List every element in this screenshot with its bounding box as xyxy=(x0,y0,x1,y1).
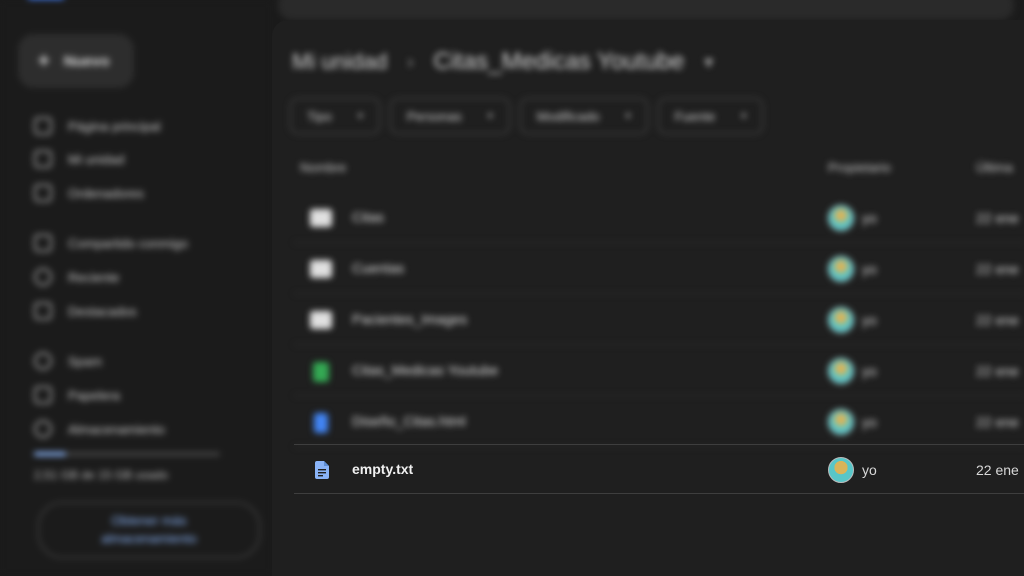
owner: yo xyxy=(862,363,877,379)
table-row[interactable]: Citas yo 22 ene xyxy=(294,193,1024,243)
folder-icon xyxy=(310,209,332,227)
filter-type[interactable]: Tipo ▾ xyxy=(290,98,380,134)
sidebar-item-label: Mi unidad xyxy=(68,151,125,167)
caret-down-icon: ▾ xyxy=(487,110,493,122)
breadcrumb-root[interactable]: Mi unidad xyxy=(292,49,387,75)
filter-label: Tipo xyxy=(307,108,332,124)
table-row[interactable]: Diseño_Citas.html yo 22 ene xyxy=(294,397,1024,447)
avatar xyxy=(828,205,854,231)
sidebar-item-spam[interactable]: Spam xyxy=(34,349,102,373)
table-row[interactable]: Citas_Medicas Youtube yo 22 ene xyxy=(294,346,1024,396)
spam-icon xyxy=(34,352,52,370)
modified-date: 22 ene xyxy=(976,210,1019,226)
cloud-icon xyxy=(34,420,52,438)
filter-label: Modificado xyxy=(536,108,600,124)
sidebar: + Nuevo Página principal Mi unidad Orden… xyxy=(0,0,272,576)
sidebar-item-home[interactable]: Página principal xyxy=(34,114,161,138)
breadcrumb: Mi unidad › Citas_Medicas Youtube ▾ xyxy=(292,48,713,76)
new-button[interactable]: + Nuevo xyxy=(18,34,134,88)
avatar xyxy=(828,256,854,282)
sidebar-item-label: Reciente xyxy=(68,269,120,285)
caret-down-icon: ▾ xyxy=(357,110,363,122)
chevron-right-icon: › xyxy=(407,51,414,72)
file-name: Citas xyxy=(352,209,384,225)
folder-icon xyxy=(310,311,332,329)
modified-date: 22 ene xyxy=(976,312,1019,328)
sidebar-item-label: Compartido conmigo xyxy=(68,235,188,251)
sidebar-item-trash[interactable]: Papelera xyxy=(34,383,120,407)
avatar xyxy=(828,358,854,384)
caret-down-icon: ▾ xyxy=(625,110,631,122)
column-name[interactable]: Nombre xyxy=(300,160,346,175)
file-name: Citas_Medicas Youtube xyxy=(352,362,499,378)
table-row[interactable]: Cuentas yo 22 ene xyxy=(294,244,1024,294)
sidebar-item-computers[interactable]: Ordenadores xyxy=(34,181,144,205)
spreadsheet-icon xyxy=(313,362,329,382)
storage-usage-text: 2,51 GB de 15 GB usado xyxy=(34,468,169,482)
table-row-selected[interactable]: empty.txt yo 22 ene xyxy=(294,444,1024,494)
sidebar-item-label: Destacados xyxy=(68,303,137,319)
text-file-icon xyxy=(315,461,329,479)
modified-date: 22 ene xyxy=(976,414,1019,430)
sidebar-item-recent[interactable]: Reciente xyxy=(34,265,119,289)
clock-icon xyxy=(34,268,52,286)
table-row[interactable]: Pacientes_Images yo 22 ene xyxy=(294,295,1024,345)
owner: yo xyxy=(862,210,877,226)
file-name: Diseño_Citas.html xyxy=(352,413,466,429)
file-name: Pacientes_Images xyxy=(352,311,468,327)
breadcrumb-current[interactable]: Citas_Medicas Youtube xyxy=(433,48,684,76)
sidebar-item-my-drive[interactable]: Mi unidad xyxy=(34,147,124,171)
sidebar-item-label: Papelera xyxy=(68,387,121,403)
sidebar-item-label: Spam xyxy=(68,353,102,369)
get-more-storage-button[interactable]: Obtener más almacenamiento xyxy=(38,502,260,558)
filter-source[interactable]: Fuente ▾ xyxy=(657,98,764,134)
modified-date: 22 ene xyxy=(976,363,1019,379)
avatar xyxy=(828,457,854,483)
sidebar-item-label: Almacenamiento xyxy=(68,421,165,437)
caret-down-icon[interactable]: ▾ xyxy=(704,52,713,73)
owner: yo xyxy=(862,414,877,430)
avatar xyxy=(828,307,854,333)
sidebar-item-label: Ordenadores xyxy=(68,185,144,201)
column-owner[interactable]: Propietario xyxy=(828,160,891,175)
folder-icon xyxy=(310,260,332,278)
column-modified[interactable]: Última xyxy=(976,160,1013,175)
avatar xyxy=(828,409,854,435)
filter-modified[interactable]: Modificado ▾ xyxy=(519,98,648,134)
storage-bar xyxy=(34,452,220,456)
filter-chips: Tipo ▾ Personas ▾ Modificado ▾ Fuente ▾ xyxy=(290,98,764,134)
filter-label: Personas xyxy=(406,108,462,124)
file-name: empty.txt xyxy=(352,461,414,477)
trash-icon xyxy=(34,386,52,404)
plus-icon: + xyxy=(38,49,50,72)
modified-date: 22 ene xyxy=(976,462,1019,478)
modified-date: 22 ene xyxy=(976,261,1019,277)
sidebar-item-shared[interactable]: Compartido conmigo xyxy=(34,231,188,255)
filter-label: Fuente xyxy=(674,108,716,124)
caret-down-icon: ▾ xyxy=(741,110,747,122)
filter-people[interactable]: Personas ▾ xyxy=(389,98,510,134)
document-icon xyxy=(314,413,328,433)
table-header: Nombre Propietario Última xyxy=(294,156,1024,180)
star-icon xyxy=(34,302,52,320)
new-button-label: Nuevo xyxy=(63,52,110,70)
sidebar-item-label: Página principal xyxy=(68,118,161,134)
search-bar[interactable] xyxy=(278,0,1014,20)
people-icon xyxy=(34,234,52,252)
home-icon xyxy=(34,117,52,135)
drive-icon xyxy=(34,150,52,168)
main-panel: Mi unidad › Citas_Medicas Youtube ▾ Tipo… xyxy=(272,20,1024,576)
storage-bar-fill xyxy=(34,452,66,456)
owner: yo xyxy=(862,261,877,277)
computer-icon xyxy=(34,184,52,202)
sidebar-item-starred[interactable]: Destacados xyxy=(34,299,137,323)
file-name: Cuentas xyxy=(352,260,405,276)
sidebar-item-storage[interactable]: Almacenamiento xyxy=(34,417,165,441)
owner: yo xyxy=(862,462,877,478)
owner: yo xyxy=(862,312,877,328)
